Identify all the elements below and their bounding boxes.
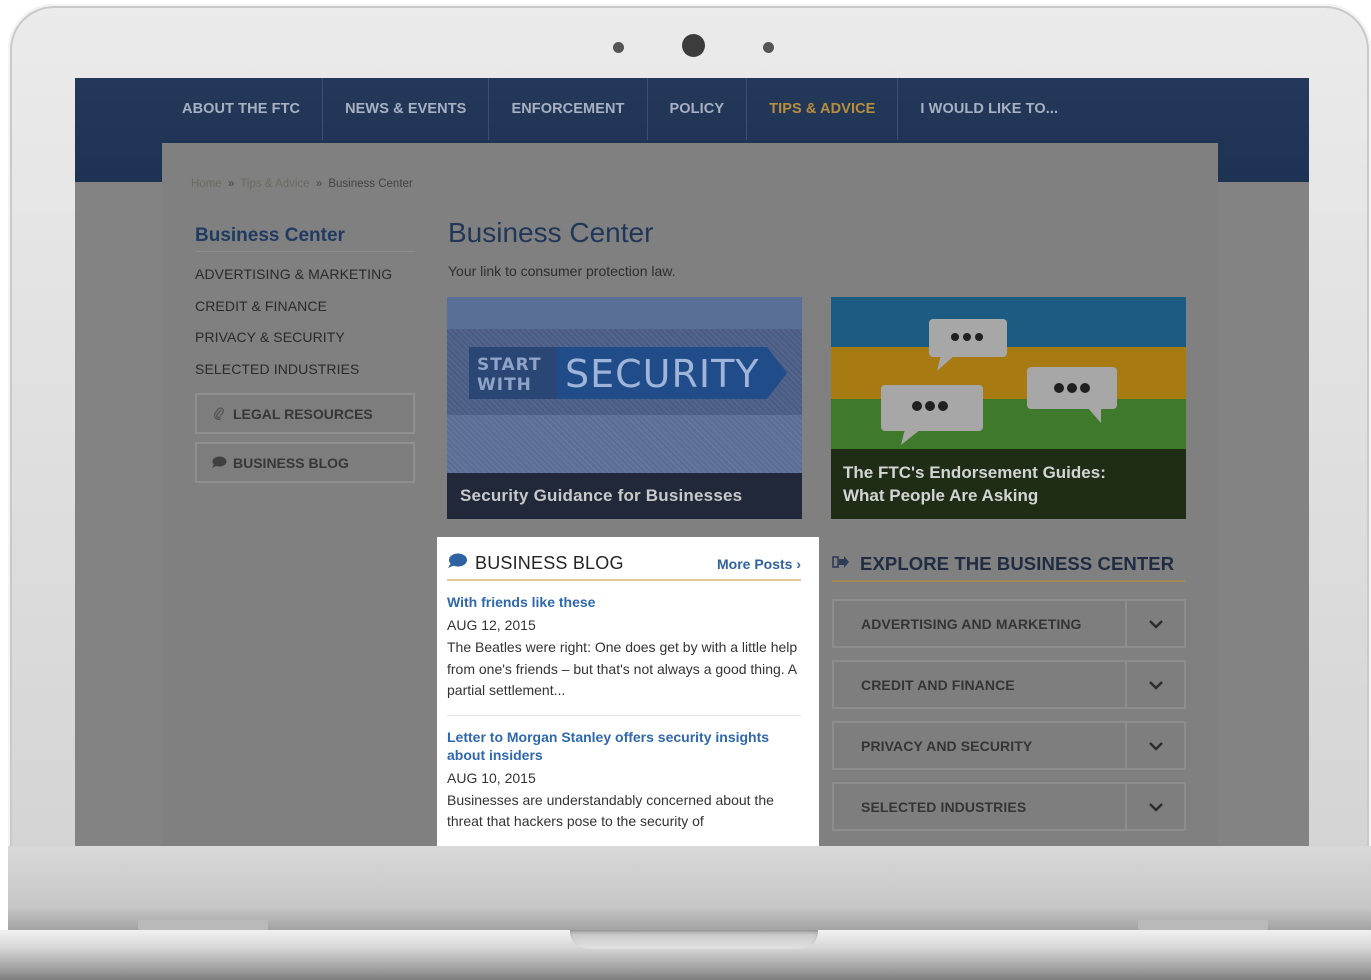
business-blog-card: BUSINESS BLOG More Posts › With friends … [437, 537, 819, 846]
blog-post-title[interactable]: Letter to Morgan Stanley offers security… [447, 728, 801, 764]
explore-header: EXPLORE THE BUSINESS CENTER [832, 553, 1185, 582]
nav-item-i-would-like-to[interactable]: I WOULD LIKE TO... [898, 78, 1080, 140]
feature-1-top-band [447, 297, 802, 329]
arrow-right-icon [832, 555, 850, 574]
banner-start-text: START [477, 355, 542, 375]
blog-header-left: BUSINESS BLOG [447, 553, 624, 574]
chevron-down-icon[interactable] [1125, 601, 1184, 646]
chevron-down-icon[interactable] [1125, 723, 1184, 768]
sensor-left-icon [613, 42, 624, 53]
hinge-left [138, 920, 268, 930]
accordion-industries[interactable]: SELECTED INDUSTRIES [832, 782, 1186, 831]
blog-post-excerpt: The Beatles were right: One does get by … [447, 639, 798, 698]
feature-2-caption-line2: What People Are Asking [843, 486, 1039, 505]
blog-post-excerpt: Businesses are understandably concerned … [447, 791, 774, 830]
business-blog-button[interactable]: BUSINESS BLOG [195, 442, 415, 483]
nav-item-news-events[interactable]: NEWS & EVENTS [323, 78, 490, 140]
breadcrumb: Home » Tips & Advice » Business Center [191, 178, 413, 190]
nav-list: ABOUT THE FTC NEWS & EVENTS ENFORCEMENT … [160, 78, 1080, 140]
nav-item-about[interactable]: ABOUT THE FTC [160, 78, 324, 140]
blog-header: BUSINESS BLOG More Posts › [447, 553, 801, 581]
accordion-label: CREDIT AND FINANCE [861, 676, 1015, 693]
feature-2-caption: The FTC's Endorsement Guides: What Peopl… [831, 449, 1186, 519]
chat-bubbles-icon [881, 319, 1117, 445]
speech-bubble-icon [447, 553, 467, 574]
accordion-label: SELECTED INDUSTRIES [861, 798, 1027, 815]
nav-item-enforcement[interactable]: ENFORCEMENT [489, 78, 648, 140]
breadcrumb-home[interactable]: Home [191, 178, 222, 190]
content-panel: Home » Tips & Advice » Business Center B… [162, 143, 1218, 846]
explore-title: EXPLORE THE BUSINESS CENTER [860, 553, 1175, 574]
business-blog-label: BUSINESS BLOG [233, 454, 349, 471]
breadcrumb-tips-advice[interactable]: Tips & Advice [240, 178, 309, 190]
feature-endorsement-guides[interactable]: The FTC's Endorsement Guides: What Peopl… [831, 297, 1186, 519]
breadcrumb-separator: » [315, 178, 323, 190]
feature-security-guidance[interactable]: START WITH SECURITY Security Guidance fo… [447, 297, 802, 519]
blog-post: Letter to Morgan Stanley offers security… [447, 714, 801, 833]
banner-security-text: SECURITY [565, 352, 760, 396]
legal-resources-label: LEGAL RESOURCES [233, 405, 373, 422]
sidebar-item-industries[interactable]: SELECTED INDUSTRIES [195, 354, 415, 386]
page-title: Business Center [448, 217, 654, 248]
laptop-screen: ABOUT THE FTC NEWS & EVENTS ENFORCEMENT … [75, 78, 1309, 846]
sidebar-title[interactable]: Business Center [195, 225, 415, 252]
breadcrumb-separator: » [227, 178, 235, 190]
laptop-notch [570, 930, 818, 949]
speech-bubble-icon [210, 456, 228, 469]
page-subtitle: Your link to consumer protection law. [448, 263, 676, 279]
sidebar-item-privacy[interactable]: PRIVACY & SECURITY [195, 322, 415, 354]
sidebar-item-advertising[interactable]: ADVERTISING & MARKETING [195, 259, 415, 291]
accordion-privacy[interactable]: PRIVACY AND SECURITY [832, 721, 1186, 770]
accordion-advertising[interactable]: ADVERTISING AND MARKETING [832, 599, 1186, 648]
nav-item-policy[interactable]: POLICY [648, 78, 748, 140]
hinge-right [1138, 920, 1268, 930]
more-posts-link[interactable]: More Posts › [717, 556, 801, 572]
feature-1-caption: Security Guidance for Businesses [447, 473, 802, 519]
blog-post-date: AUG 10, 2015 [447, 769, 536, 786]
blog-post-date: AUG 12, 2015 [447, 617, 536, 633]
blog-title: BUSINESS BLOG [475, 553, 624, 573]
accordion-label: PRIVACY AND SECURITY [861, 737, 1033, 754]
sidebar: Business Center ADVERTISING & MARKETING … [195, 225, 415, 483]
start-with-security-banner: START WITH SECURITY [469, 347, 787, 399]
nav-item-tips-advice[interactable]: TIPS & ADVICE [747, 78, 899, 140]
camera-lens-icon [682, 34, 705, 57]
banner-with-text: WITH [477, 375, 532, 395]
accordion-label: ADVERTISING AND MARKETING [861, 615, 1082, 632]
feature-1-lower-band [447, 415, 802, 473]
breadcrumb-current: Business Center [328, 178, 413, 190]
chevron-down-icon[interactable] [1125, 784, 1184, 829]
sensor-right-icon [763, 42, 774, 53]
paperclip-icon [210, 406, 228, 421]
sidebar-item-credit[interactable]: CREDIT & FINANCE [195, 291, 415, 323]
accordion-credit[interactable]: CREDIT AND FINANCE [832, 660, 1186, 709]
legal-resources-button[interactable]: LEGAL RESOURCES [195, 393, 415, 434]
feature-2-caption-line1: The FTC's Endorsement Guides: [843, 463, 1106, 482]
blog-post: With friends like these AUG 12, 2015 The… [447, 581, 801, 702]
chevron-down-icon[interactable] [1125, 662, 1184, 707]
blog-post-title[interactable]: With friends like these [447, 593, 801, 611]
